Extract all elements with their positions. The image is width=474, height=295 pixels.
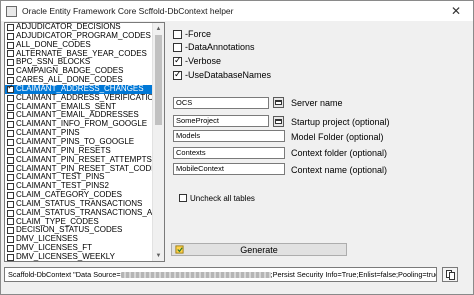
- table-checkbox[interactable]: [7, 50, 14, 58]
- startup-project-input[interactable]: SomeProject: [173, 115, 269, 127]
- table-list-items: ADJUDICATOR_DECISIONS ADJUDICATOR_PROGRAM…: [5, 23, 164, 261]
- table-checkbox[interactable]: [7, 147, 14, 155]
- table-checkbox[interactable]: [7, 236, 14, 244]
- table-checkbox[interactable]: [7, 32, 14, 40]
- table-checkbox[interactable]: [7, 218, 14, 226]
- table-checkbox[interactable]: [7, 200, 14, 208]
- scroll-up-icon[interactable]: ▲: [153, 23, 164, 34]
- window-title: Oracle Entity Framework Core Scffold-DbC…: [22, 6, 234, 16]
- use-database-names-checkbox[interactable]: [173, 69, 182, 80]
- copy-command-button[interactable]: [442, 267, 458, 282]
- table-checkbox[interactable]: [7, 103, 14, 111]
- server-browse-button[interactable]: [273, 97, 284, 108]
- data-annotations-checkbox[interactable]: [173, 42, 182, 52]
- startup-browse-button[interactable]: [273, 116, 284, 127]
- redacted-connection-string: [120, 272, 271, 279]
- use-database-names-option[interactable]: -UseDatabaseNames: [173, 68, 271, 82]
- command-suffix: ;Persist Security Info=True;Enlist=false…: [270, 270, 437, 279]
- table-checkbox[interactable]: [7, 130, 14, 138]
- table-checkbox[interactable]: [7, 174, 14, 182]
- verbose-label: -Verbose: [185, 56, 222, 66]
- use-database-names-label: -UseDatabaseNames: [185, 70, 272, 80]
- table-checkbox[interactable]: [7, 183, 14, 191]
- app-icon: [6, 5, 17, 17]
- table-checkbox[interactable]: [7, 59, 14, 67]
- verbose-checkbox[interactable]: [173, 55, 182, 66]
- startup-project-label: Startup project (optional): [291, 117, 390, 127]
- server-name-input[interactable]: OCS: [173, 97, 269, 109]
- browse-icon: [275, 100, 282, 105]
- uncheck-all-option[interactable]: Uncheck all tables: [179, 192, 255, 204]
- table-checkbox[interactable]: [7, 245, 14, 253]
- scroll-thumb[interactable]: [155, 35, 162, 125]
- generate-button[interactable]: Generate: [171, 243, 347, 256]
- model-folder-label: Model Folder (optional): [291, 132, 384, 142]
- vertical-scrollbar[interactable]: ▲ ▼: [152, 23, 164, 261]
- table-checkbox[interactable]: [7, 68, 14, 76]
- table-checkbox[interactable]: [7, 165, 14, 173]
- generate-icon: [175, 245, 184, 254]
- uncheck-all-checkbox[interactable]: [179, 194, 187, 202]
- generate-label: Generate: [240, 244, 278, 255]
- context-folder-label: Context folder (optional): [291, 148, 388, 158]
- force-label: -Force: [185, 29, 212, 39]
- table-checkbox[interactable]: [7, 94, 14, 102]
- main-window: Oracle Entity Framework Core Scffold-DbC…: [0, 0, 474, 295]
- table-checkbox[interactable]: [7, 41, 14, 49]
- command-output[interactable]: Scaffold-DbContext "Data Source= ;Persist…: [4, 267, 437, 282]
- table-checkbox[interactable]: [7, 209, 14, 217]
- table-name: DMV_LICENSES_WEEKLY: [16, 251, 115, 261]
- title-bar[interactable]: Oracle Entity Framework Core Scffold-DbC…: [1, 1, 473, 21]
- tables-checklist[interactable]: ADJUDICATOR_DECISIONS ADJUDICATOR_PROGRAM…: [4, 22, 165, 262]
- server-name-label: Server name: [291, 98, 343, 108]
- data-annotations-option[interactable]: -DataAnnotations: [173, 40, 255, 54]
- table-list-item[interactable]: DMV_LICENSES_WEEKLY: [5, 251, 152, 261]
- command-prefix: Scaffold-DbContext "Data Source=: [8, 270, 121, 279]
- force-checkbox[interactable]: [173, 29, 182, 39]
- context-folder-input[interactable]: Contexts: [173, 147, 285, 159]
- table-checkbox[interactable]: [7, 121, 14, 129]
- verbose-option[interactable]: -Verbose: [173, 54, 221, 68]
- close-button[interactable]: ✕: [439, 1, 473, 21]
- table-checkbox[interactable]: [7, 138, 14, 146]
- uncheck-all-label: Uncheck all tables: [190, 193, 255, 203]
- table-checkbox[interactable]: [7, 23, 14, 31]
- data-annotations-label: -DataAnnotations: [185, 42, 255, 52]
- table-checkbox[interactable]: [7, 191, 14, 199]
- table-checkbox[interactable]: [7, 112, 14, 120]
- browse-icon: [275, 119, 282, 124]
- context-name-input[interactable]: MobileContext: [173, 163, 285, 175]
- force-option[interactable]: -Force: [173, 27, 211, 41]
- table-checkbox[interactable]: [7, 156, 14, 164]
- table-checkbox[interactable]: [7, 84, 14, 93]
- scroll-down-icon[interactable]: ▼: [153, 250, 164, 261]
- table-checkbox[interactable]: [7, 253, 14, 261]
- table-checkbox[interactable]: [7, 227, 14, 235]
- model-folder-input[interactable]: Models: [173, 130, 285, 142]
- context-name-label: Context name (optional): [291, 165, 388, 175]
